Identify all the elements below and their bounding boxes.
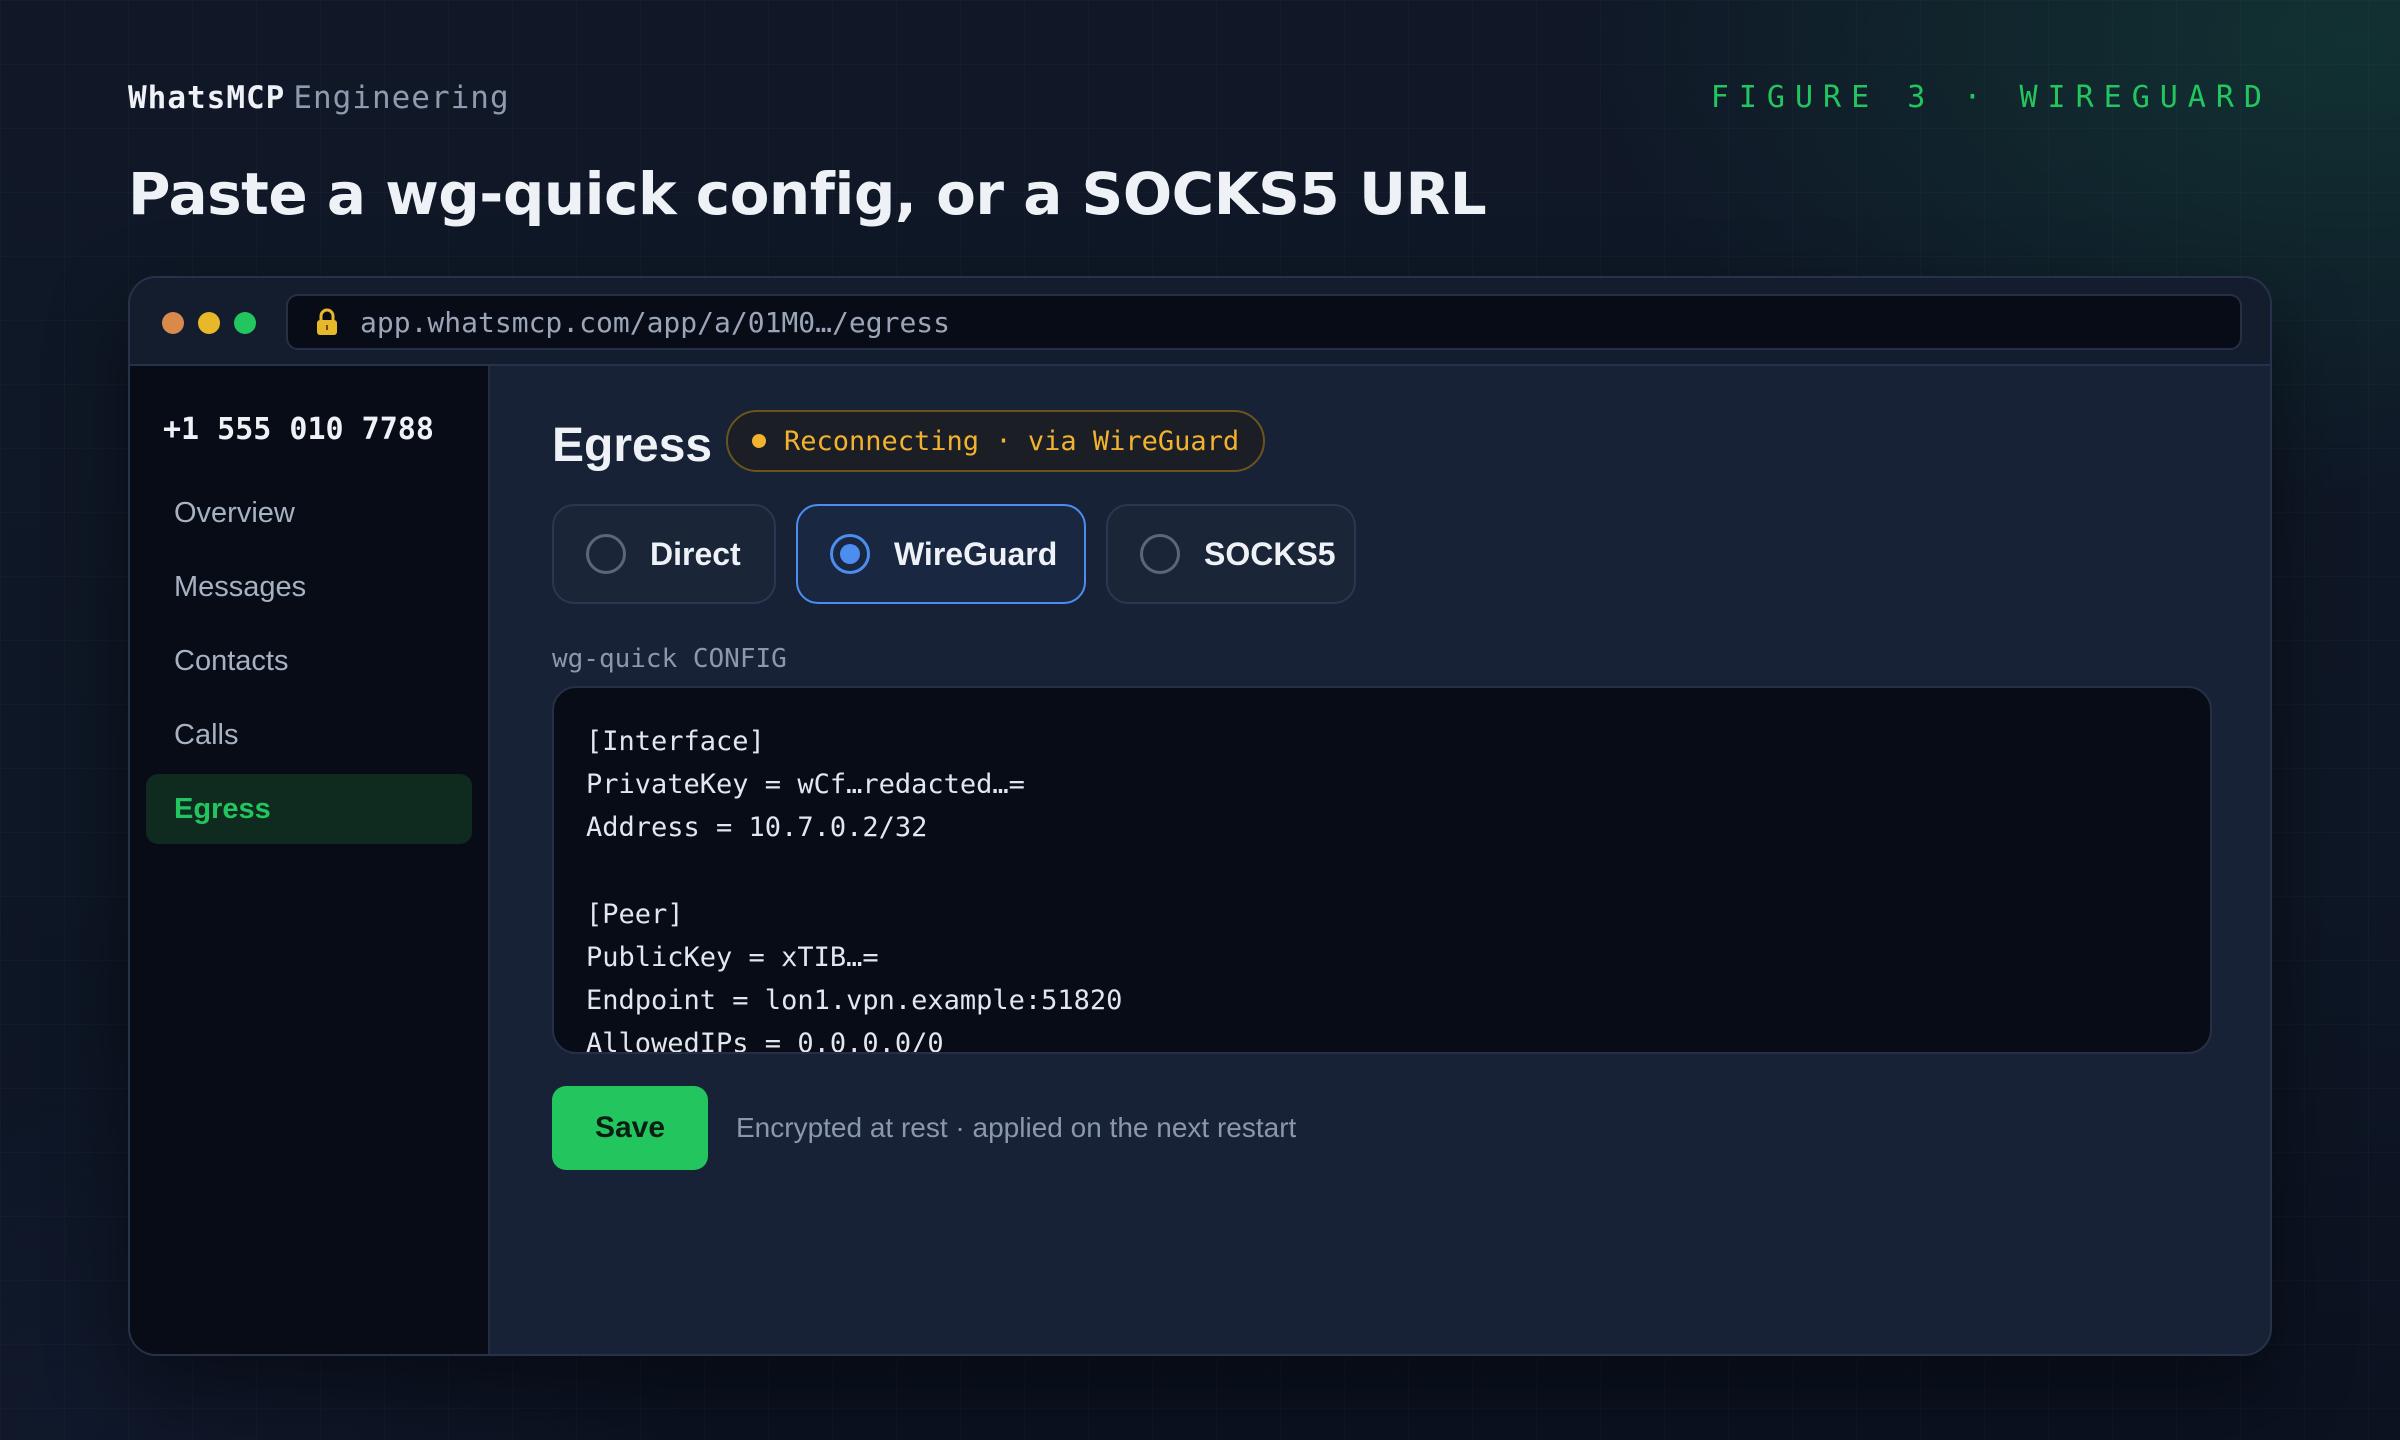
sidebar-item-overview[interactable]: Overview xyxy=(146,478,472,548)
sidebar-item-messages[interactable]: Messages xyxy=(146,552,472,622)
url-text: app.whatsmcp.com/app/a/01M0…/egress xyxy=(360,305,951,339)
browser-titlebar: app.whatsmcp.com/app/a/01M0…/egress xyxy=(130,278,2270,366)
page-title: Egress xyxy=(552,419,713,472)
mode-label-direct: Direct xyxy=(650,535,741,572)
brand-header: WhatsMCP Engineering xyxy=(128,80,510,116)
config-textarea[interactable]: [Interface] PrivateKey = wCf…redacted…= … xyxy=(552,686,2212,1054)
mode-option-direct[interactable]: Direct xyxy=(552,504,776,604)
config-field-label: wg-quick CONFIG xyxy=(552,644,787,674)
status-badge: Reconnecting · via WireGuard xyxy=(726,410,1266,472)
brand-subtitle: Engineering xyxy=(293,80,510,116)
mode-option-socks5[interactable]: SOCKS5 xyxy=(1106,504,1356,604)
address-bar[interactable]: app.whatsmcp.com/app/a/01M0…/egress xyxy=(286,294,2242,350)
status-dot-icon xyxy=(752,434,766,448)
window-close-dot[interactable] xyxy=(162,312,184,334)
lock-icon xyxy=(314,308,340,336)
mode-option-wireguard[interactable]: WireGuard xyxy=(796,504,1086,604)
account-phone-number: +1 555 010 7788 xyxy=(163,412,434,447)
window-minimize-dot[interactable] xyxy=(198,312,220,334)
sidebar: +1 555 010 7788 Overview Messages Contac… xyxy=(130,366,490,1354)
figure-label: FIGURE 3 · WIREGUARD xyxy=(1710,80,2272,115)
sidebar-item-egress[interactable]: Egress xyxy=(146,774,472,844)
browser-window: app.whatsmcp.com/app/a/01M0…/egress +1 5… xyxy=(128,276,2272,1356)
config-text: [Interface] PrivateKey = wCf…redacted…= … xyxy=(586,726,1123,1054)
main-content: Egress Reconnecting · via WireGuard Dire… xyxy=(490,366,2270,1354)
save-hint: Encrypted at rest · applied on the next … xyxy=(736,1112,1297,1143)
mode-label-socks5: SOCKS5 xyxy=(1204,535,1336,572)
mode-label-wireguard: WireGuard xyxy=(894,535,1058,572)
radio-checked-icon xyxy=(830,534,870,574)
sidebar-item-calls[interactable]: Calls xyxy=(146,700,472,770)
radio-unchecked-icon xyxy=(586,534,626,574)
sidebar-item-contacts[interactable]: Contacts xyxy=(146,626,472,696)
sidebar-nav: Overview Messages Contacts Calls Egress xyxy=(146,478,472,848)
radio-unchecked-icon xyxy=(1140,534,1180,574)
window-maximize-dot[interactable] xyxy=(234,312,256,334)
brand-name: WhatsMCP xyxy=(128,80,286,116)
save-button[interactable]: Save xyxy=(552,1086,708,1170)
headline: Paste a wg-quick config, or a SOCKS5 URL xyxy=(128,160,1487,228)
status-text: Reconnecting · via WireGuard xyxy=(784,425,1240,457)
